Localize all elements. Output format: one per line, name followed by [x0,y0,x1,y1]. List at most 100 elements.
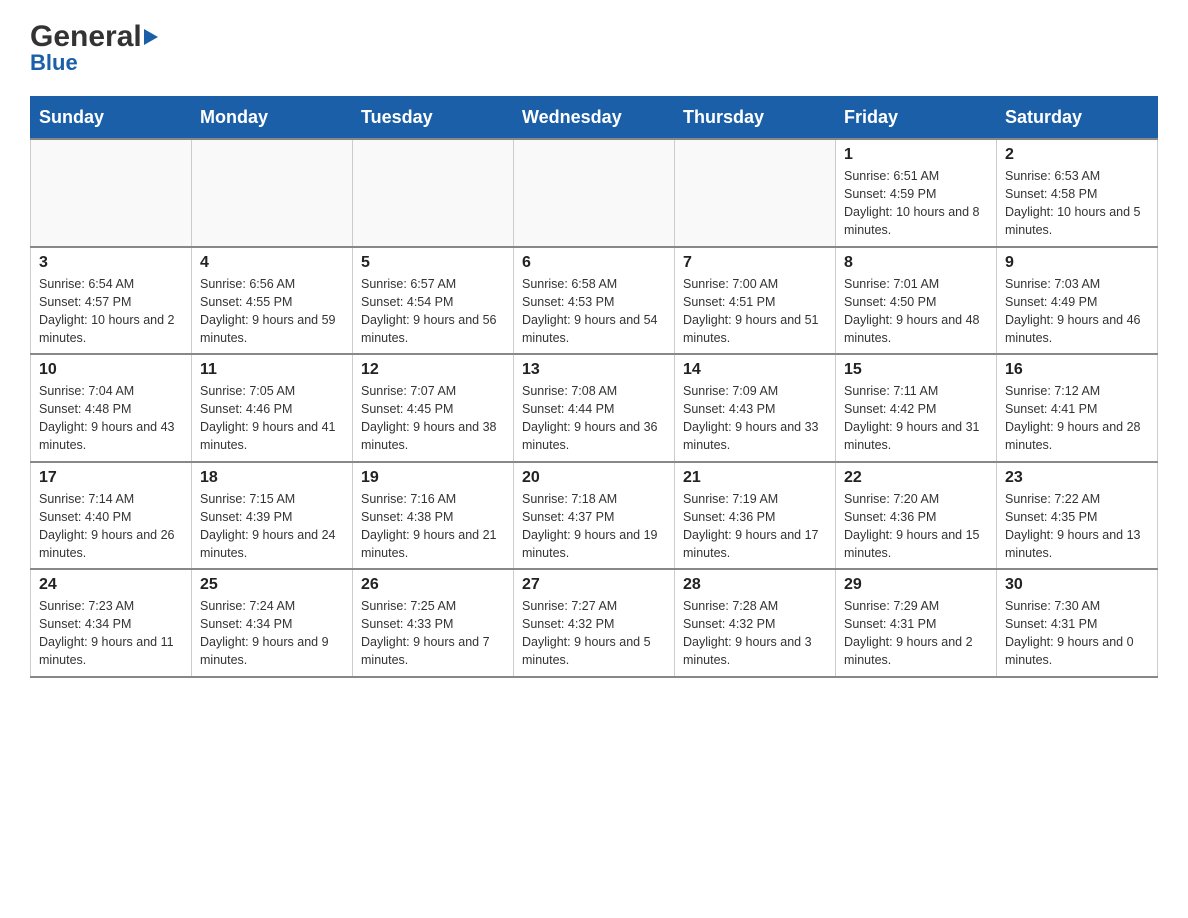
day-number: 19 [361,469,505,487]
day-number: 10 [39,361,183,379]
calendar-day-cell: 21 Sunrise: 7:19 AMSunset: 4:36 PMDayligh… [675,462,836,570]
calendar-day-cell: 14 Sunrise: 7:09 AMSunset: 4:43 PMDayligh… [675,354,836,462]
day-info: Sunrise: 7:18 AMSunset: 4:37 PMDaylight:… [522,490,666,563]
day-info: Sunrise: 7:19 AMSunset: 4:36 PMDaylight:… [683,490,827,563]
day-number: 6 [522,254,666,272]
day-info: Sunrise: 7:15 AMSunset: 4:39 PMDaylight:… [200,490,344,563]
calendar-day-cell [514,139,675,247]
day-info: Sunrise: 7:00 AMSunset: 4:51 PMDaylight:… [683,275,827,348]
day-number: 28 [683,576,827,594]
day-number: 2 [1005,146,1149,164]
day-of-week-header: Saturday [997,97,1158,140]
calendar-day-cell: 29 Sunrise: 7:29 AMSunset: 4:31 PMDayligh… [836,569,997,677]
calendar-day-cell: 1 Sunrise: 6:51 AMSunset: 4:59 PMDaylight… [836,139,997,247]
calendar-header: SundayMondayTuesdayWednesdayThursdayFrid… [31,97,1158,140]
day-info: Sunrise: 6:51 AMSunset: 4:59 PMDaylight:… [844,167,988,240]
day-info: Sunrise: 7:16 AMSunset: 4:38 PMDaylight:… [361,490,505,563]
calendar-week-row: 10Sunrise: 7:04 AMSunset: 4:48 PMDayligh… [31,354,1158,462]
logo: General Blue [30,20,158,76]
day-number: 21 [683,469,827,487]
day-number: 26 [361,576,505,594]
day-info: Sunrise: 7:28 AMSunset: 4:32 PMDaylight:… [683,597,827,670]
day-info: Sunrise: 7:07 AMSunset: 4:45 PMDaylight:… [361,382,505,455]
calendar-day-cell: 5 Sunrise: 6:57 AMSunset: 4:54 PMDaylight… [353,247,514,355]
day-info: Sunrise: 7:20 AMSunset: 4:36 PMDaylight:… [844,490,988,563]
day-info: Sunrise: 6:53 AMSunset: 4:58 PMDaylight:… [1005,167,1149,240]
day-of-week-header: Wednesday [514,97,675,140]
day-number: 24 [39,576,183,594]
day-info: Sunrise: 7:03 AMSunset: 4:49 PMDaylight:… [1005,275,1149,348]
day-number: 5 [361,254,505,272]
calendar-day-cell: 3 Sunrise: 6:54 AMSunset: 4:57 PMDaylight… [31,247,192,355]
day-info: Sunrise: 7:23 AMSunset: 4:34 PMDaylight:… [39,597,183,670]
day-info: Sunrise: 7:29 AMSunset: 4:31 PMDaylight:… [844,597,988,670]
calendar-day-cell [31,139,192,247]
day-number: 15 [844,361,988,379]
day-number: 30 [1005,576,1149,594]
logo-blue-text: Blue [30,50,78,76]
day-number: 9 [1005,254,1149,272]
day-info: Sunrise: 6:54 AMSunset: 4:57 PMDaylight:… [39,275,183,348]
calendar-day-cell: 9 Sunrise: 7:03 AMSunset: 4:49 PMDaylight… [997,247,1158,355]
calendar-day-cell: 22 Sunrise: 7:20 AMSunset: 4:36 PMDayligh… [836,462,997,570]
calendar-day-cell: 7 Sunrise: 7:00 AMSunset: 4:51 PMDaylight… [675,247,836,355]
logo-general-text: General [30,20,142,54]
day-of-week-header: Monday [192,97,353,140]
day-number: 25 [200,576,344,594]
days-header-row: SundayMondayTuesdayWednesdayThursdayFrid… [31,97,1158,140]
page-header: General Blue [30,20,1158,76]
calendar-week-row: 24 Sunrise: 7:23 AMSunset: 4:34 PMDayligh… [31,569,1158,677]
calendar-day-cell: 13 Sunrise: 7:08 AMSunset: 4:44 PMDayligh… [514,354,675,462]
calendar-day-cell: 6 Sunrise: 6:58 AMSunset: 4:53 PMDaylight… [514,247,675,355]
calendar-table: SundayMondayTuesdayWednesdayThursdayFrid… [30,96,1158,678]
calendar-day-cell: 2 Sunrise: 6:53 AMSunset: 4:58 PMDaylight… [997,139,1158,247]
calendar-day-cell [192,139,353,247]
calendar-day-cell [675,139,836,247]
day-number: 12 [361,361,505,379]
day-number: 13 [522,361,666,379]
day-number: 18 [200,469,344,487]
calendar-day-cell: 12 Sunrise: 7:07 AMSunset: 4:45 PMDayligh… [353,354,514,462]
day-info: Sunrise: 7:24 AMSunset: 4:34 PMDaylight:… [200,597,344,670]
day-info: Sunrise: 7:05 AMSunset: 4:46 PMDaylight:… [200,382,344,455]
day-of-week-header: Friday [836,97,997,140]
day-number: 29 [844,576,988,594]
day-number: 8 [844,254,988,272]
calendar-day-cell: 20 Sunrise: 7:18 AMSunset: 4:37 PMDayligh… [514,462,675,570]
day-info: Sunrise: 7:25 AMSunset: 4:33 PMDaylight:… [361,597,505,670]
calendar-day-cell: 28 Sunrise: 7:28 AMSunset: 4:32 PMDayligh… [675,569,836,677]
calendar-day-cell: 19 Sunrise: 7:16 AMSunset: 4:38 PMDayligh… [353,462,514,570]
day-of-week-header: Tuesday [353,97,514,140]
calendar-day-cell: 23Sunrise: 7:22 AMSunset: 4:35 PMDayligh… [997,462,1158,570]
day-number: 3 [39,254,183,272]
day-info: Sunrise: 7:09 AMSunset: 4:43 PMDaylight:… [683,382,827,455]
day-number: 23 [1005,469,1149,487]
day-of-week-header: Thursday [675,97,836,140]
day-info: Sunrise: 7:01 AMSunset: 4:50 PMDaylight:… [844,275,988,348]
day-number: 14 [683,361,827,379]
day-number: 11 [200,361,344,379]
day-info: Sunrise: 7:08 AMSunset: 4:44 PMDaylight:… [522,382,666,455]
day-info: Sunrise: 6:57 AMSunset: 4:54 PMDaylight:… [361,275,505,348]
day-info: Sunrise: 7:12 AMSunset: 4:41 PMDaylight:… [1005,382,1149,455]
day-info: Sunrise: 6:58 AMSunset: 4:53 PMDaylight:… [522,275,666,348]
day-number: 20 [522,469,666,487]
day-number: 22 [844,469,988,487]
calendar-day-cell: 25 Sunrise: 7:24 AMSunset: 4:34 PMDayligh… [192,569,353,677]
day-number: 17 [39,469,183,487]
day-info: Sunrise: 7:27 AMSunset: 4:32 PMDaylight:… [522,597,666,670]
calendar-week-row: 3 Sunrise: 6:54 AMSunset: 4:57 PMDaylight… [31,247,1158,355]
calendar-day-cell: 10Sunrise: 7:04 AMSunset: 4:48 PMDayligh… [31,354,192,462]
day-info: Sunrise: 7:30 AMSunset: 4:31 PMDaylight:… [1005,597,1149,670]
day-number: 7 [683,254,827,272]
calendar-day-cell: 17Sunrise: 7:14 AMSunset: 4:40 PMDayligh… [31,462,192,570]
logo-arrow-icon [144,29,158,45]
calendar-day-cell: 27Sunrise: 7:27 AMSunset: 4:32 PMDayligh… [514,569,675,677]
day-number: 1 [844,146,988,164]
calendar-day-cell: 15Sunrise: 7:11 AMSunset: 4:42 PMDayligh… [836,354,997,462]
calendar-day-cell: 4Sunrise: 6:56 AMSunset: 4:55 PMDaylight… [192,247,353,355]
day-number: 4 [200,254,344,272]
day-number: 16 [1005,361,1149,379]
calendar-day-cell: 11 Sunrise: 7:05 AMSunset: 4:46 PMDayligh… [192,354,353,462]
day-of-week-header: Sunday [31,97,192,140]
